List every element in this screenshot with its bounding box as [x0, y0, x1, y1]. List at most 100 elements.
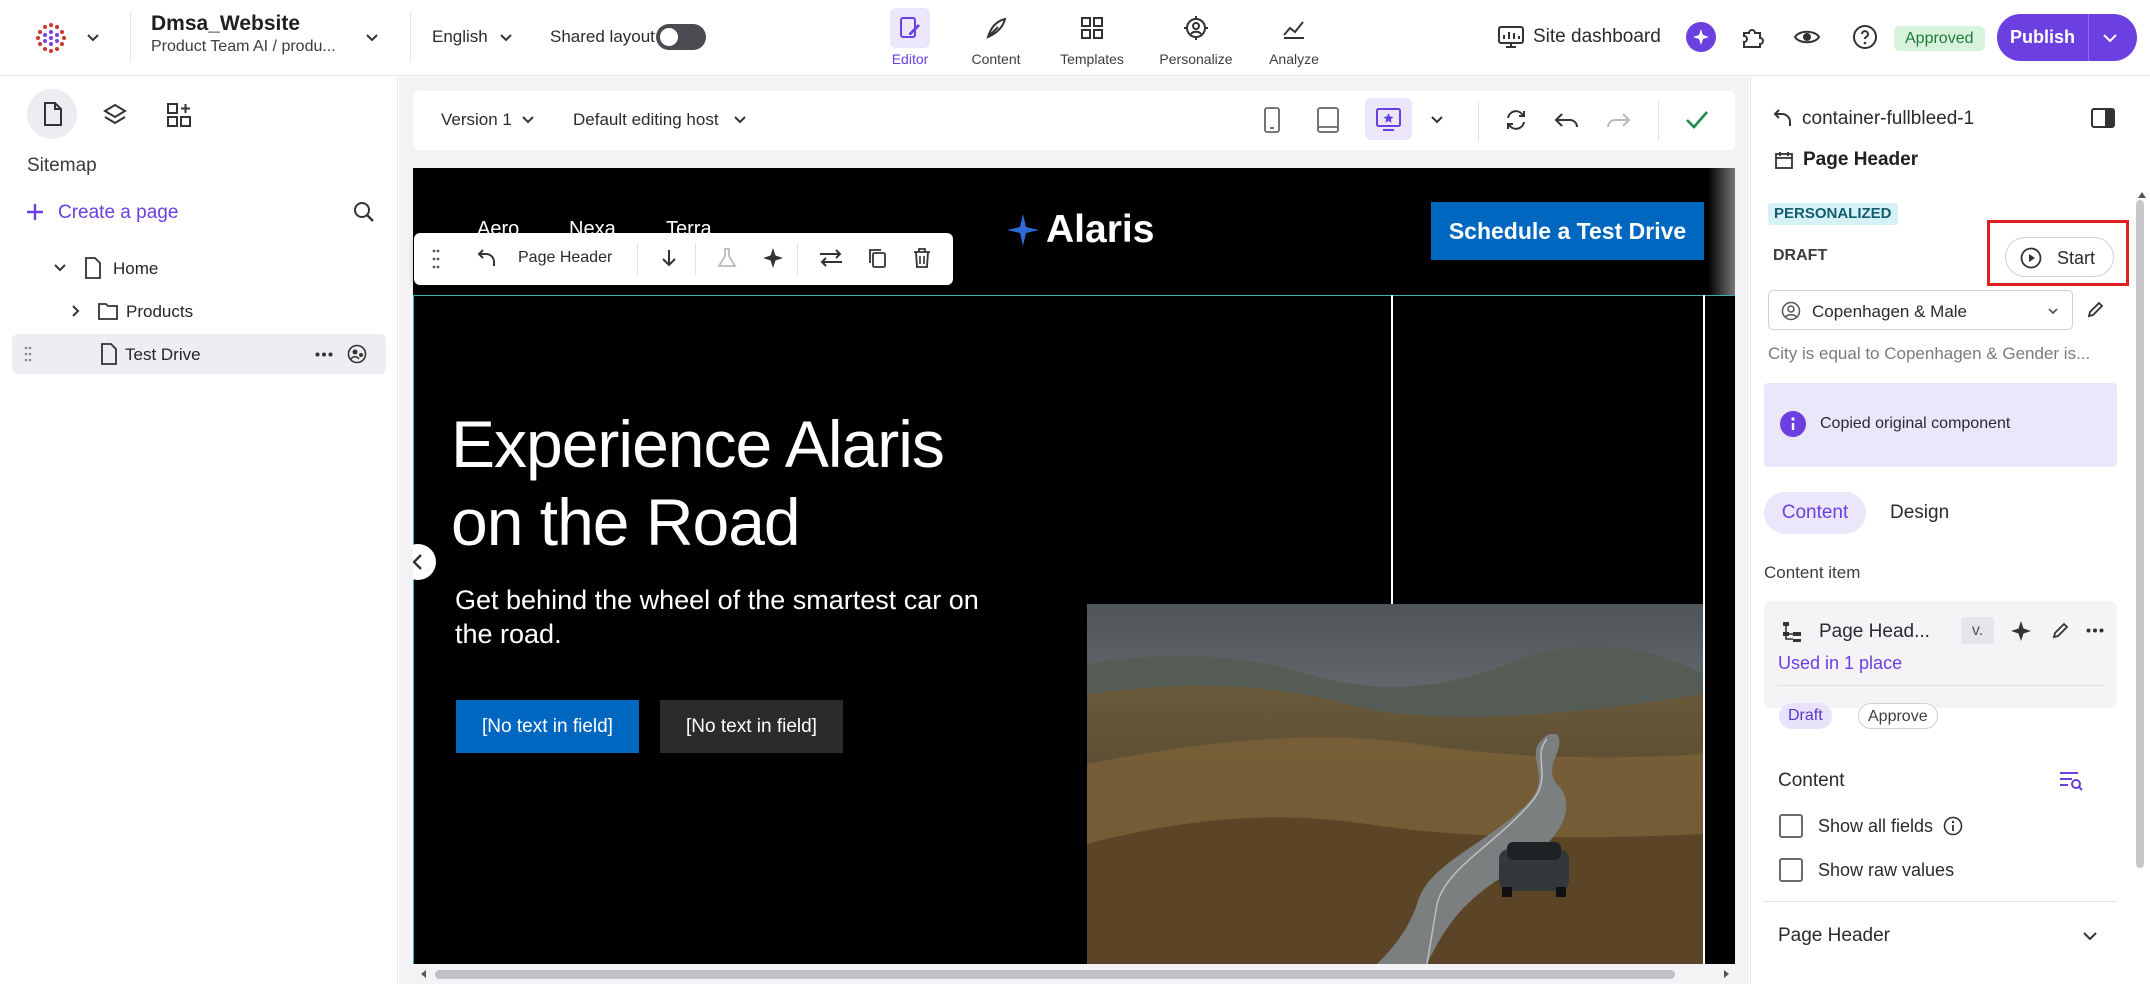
edit-pencil-icon[interactable]	[2086, 299, 2106, 319]
carousel-prev-icon[interactable]	[413, 544, 436, 580]
tablet-view-icon[interactable]	[1316, 106, 1340, 134]
language-selector[interactable]: English	[432, 27, 488, 47]
editing-host-chevron-icon[interactable]	[732, 112, 748, 128]
edit-pencil-icon[interactable]	[2051, 620, 2071, 640]
version-selector[interactable]: Version 1	[441, 110, 512, 130]
chevron-right-icon[interactable]	[68, 303, 84, 319]
highlight-box	[1987, 220, 2129, 286]
app-logo-icon[interactable]	[34, 21, 68, 55]
draft-chip: Draft	[1779, 703, 1832, 729]
info-outline-icon[interactable]	[1943, 816, 1963, 836]
feather-icon	[976, 8, 1016, 48]
preview-logo-text[interactable]: Alaris	[1046, 208, 1154, 252]
version-chevron-icon[interactable]	[520, 112, 536, 128]
delete-icon[interactable]	[912, 247, 932, 269]
ai-sparkle-icon[interactable]	[2009, 619, 2033, 643]
site-dashboard-link[interactable]: Site dashboard	[1533, 26, 1661, 48]
nav-content-label: Content	[971, 51, 1021, 67]
scroll-right-icon[interactable]	[1720, 968, 1732, 980]
condition-text: City is equal to Copenhagen & Gender is.…	[1768, 344, 2091, 363]
chevron-down-icon	[2046, 304, 2060, 318]
personalization-icon[interactable]	[347, 344, 367, 364]
horizontal-scrollbar[interactable]	[435, 970, 1675, 979]
hero-subtitle[interactable]: Get behind the wheel of the smartest car…	[455, 583, 995, 651]
redo-icon[interactable]	[1604, 108, 1632, 132]
select-parent-icon[interactable]	[476, 247, 498, 269]
select-parent-icon[interactable]	[1772, 107, 1794, 129]
divider	[797, 243, 798, 275]
arrow-down-icon[interactable]	[658, 247, 680, 269]
toggle-panel-icon[interactable]	[2090, 107, 2116, 129]
tree-item-products[interactable]: Products	[12, 291, 386, 331]
more-options-icon[interactable]	[315, 352, 333, 357]
site-name[interactable]: Dmsa_Website	[151, 12, 300, 36]
more-options-icon[interactable]	[2086, 628, 2104, 633]
show-raw-values-checkbox[interactable]	[1779, 858, 1803, 882]
ai-assistant-icon[interactable]	[1686, 22, 1716, 52]
components-tab-icon[interactable]	[164, 100, 194, 130]
layers-tab-icon[interactable]	[100, 100, 130, 130]
drag-handle-icon[interactable]	[24, 345, 32, 363]
chevron-down-icon[interactable]	[52, 260, 68, 276]
shared-layout-toggle[interactable]	[656, 24, 706, 50]
site-dashboard-icon[interactable]	[1497, 24, 1525, 50]
divider	[130, 12, 131, 62]
variant-select[interactable]: Copenhagen & Male	[1768, 290, 2073, 330]
plus-icon[interactable]	[24, 201, 46, 223]
used-in-link[interactable]: Used in 1 place	[1778, 653, 1902, 674]
site-path[interactable]: Product Team AI / produ...	[151, 38, 336, 56]
publish-options-chevron-icon[interactable]	[2101, 29, 2119, 47]
checkmark-icon[interactable]	[1684, 108, 1710, 132]
hero-image[interactable]	[1087, 604, 1703, 964]
undo-icon[interactable]	[1553, 108, 1581, 132]
parent-component-link[interactable]: container-fullbleed-1	[1802, 108, 1974, 130]
hero-secondary-button[interactable]: [No text in field]	[660, 700, 843, 753]
filter-search-icon[interactable]	[2058, 769, 2084, 793]
publish-button[interactable]: Publish	[1997, 14, 2137, 61]
chevron-down-icon[interactable]	[2081, 927, 2099, 945]
tab-design[interactable]: Design	[1890, 492, 1949, 534]
selection-outline-left	[413, 295, 414, 964]
editing-host-selector[interactable]: Default editing host	[573, 110, 719, 130]
approve-chip[interactable]: Approve	[1858, 703, 1938, 729]
search-icon[interactable]	[352, 200, 376, 224]
vertical-scrollbar[interactable]	[2136, 200, 2144, 868]
extensions-icon[interactable]	[1738, 23, 1766, 51]
drag-handle-icon[interactable]	[432, 248, 440, 270]
flask-icon[interactable]	[716, 247, 738, 269]
mobile-view-icon[interactable]	[1263, 106, 1281, 134]
help-icon[interactable]	[1852, 24, 1878, 50]
nav-personalize[interactable]: Personalize	[1141, 8, 1251, 67]
swap-icon[interactable]	[818, 247, 844, 269]
desktop-view-icon[interactable]	[1365, 98, 1412, 140]
tree-item-home[interactable]: Home	[12, 248, 386, 288]
folder-icon	[97, 301, 119, 321]
hero-primary-button[interactable]: [No text in field]	[456, 700, 639, 753]
tab-content[interactable]: Content	[1764, 492, 1866, 534]
ai-sparkle-icon[interactable]	[762, 247, 784, 269]
schedule-test-drive-button[interactable]: Schedule a Test Drive	[1431, 202, 1704, 260]
create-page-link[interactable]: Create a page	[58, 202, 178, 224]
nav-content[interactable]: Content	[941, 8, 1051, 67]
preview-eye-icon[interactable]	[1793, 25, 1821, 49]
app-switcher-chevron-icon[interactable]	[85, 29, 101, 45]
hero-title[interactable]: Experience Alaris on the Road	[451, 405, 945, 561]
tree-item-test-drive[interactable]: Test Drive	[12, 334, 386, 374]
sitemap-tab-icon[interactable]	[27, 89, 77, 139]
scroll-left-icon[interactable]	[418, 968, 430, 980]
divider	[2088, 14, 2089, 61]
nav-analyze[interactable]: Analyze	[1239, 8, 1349, 67]
divider	[637, 243, 638, 275]
editor-icon	[890, 8, 930, 48]
version-chip[interactable]: v.	[1961, 617, 1994, 644]
language-chevron-icon[interactable]	[498, 29, 514, 45]
page-header-section-label[interactable]: Page Header	[1778, 925, 1890, 947]
refresh-icon[interactable]	[1503, 107, 1529, 133]
nav-templates[interactable]: Templates	[1037, 8, 1147, 67]
content-item-name[interactable]: Page Head...	[1819, 621, 1930, 643]
site-switcher-chevron-icon[interactable]	[364, 29, 380, 45]
scroll-up-icon[interactable]	[2137, 190, 2147, 200]
show-all-fields-checkbox[interactable]	[1779, 814, 1803, 838]
duplicate-icon[interactable]	[866, 247, 888, 269]
device-chevron-icon[interactable]	[1429, 112, 1445, 128]
